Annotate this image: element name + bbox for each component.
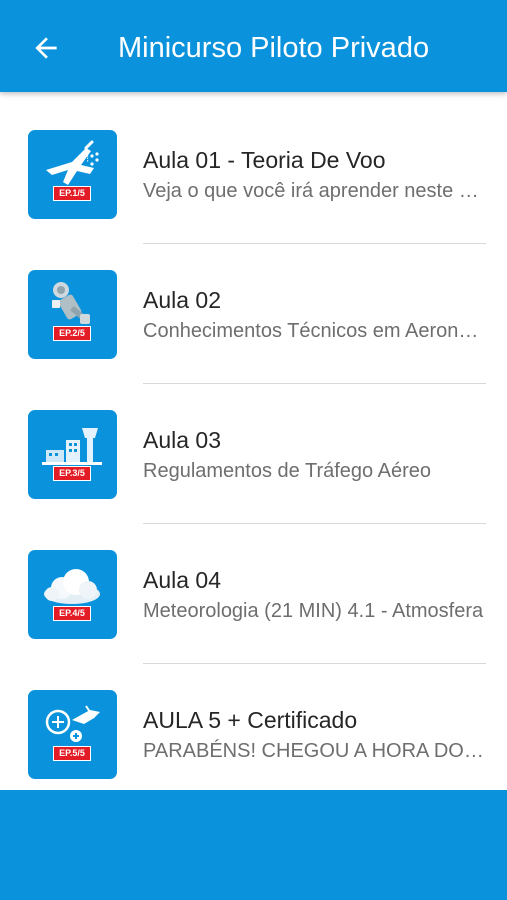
episode-badge: EP.4/5: [53, 606, 91, 621]
episode-badge: EP.2/5: [53, 326, 91, 341]
bottom-bar: [0, 790, 507, 900]
lesson-list: ⁝ EP.1/5 Aula 01 - Teoria De Voo Veja o …: [0, 92, 507, 790]
lesson-item-2[interactable]: EP.2/5 Aula 02 Conhecimentos Técnicos em…: [0, 232, 507, 384]
lesson-thumbnail: ⁝ EP.1/5: [28, 130, 117, 219]
lesson-title: Aula 04: [143, 567, 222, 593]
engine-icon: [52, 282, 90, 324]
lesson-thumbnail: EP.2/5: [28, 270, 117, 359]
lesson-item-4[interactable]: EP.4/5 Aula 04 Meteorologia (21 MIN) 4.1…: [0, 512, 507, 664]
page-title: Minicurso Piloto Privado: [118, 32, 430, 64]
svg-text:⁝: ⁝: [86, 154, 89, 165]
lesson-title: AULA 5 + Certificado: [143, 707, 358, 733]
lesson-title: Aula 03: [143, 427, 222, 453]
lesson-title: Aula 01 - Teoria De Voo: [143, 147, 386, 173]
lesson-subtitle: Conhecimentos Técnicos em Aeronaves: [143, 320, 485, 342]
airplane-icon: ⁝: [46, 140, 99, 185]
episode-badge: EP.1/5: [53, 186, 91, 201]
lesson-subtitle: Regulamentos de Tráfego Aéreo: [143, 460, 431, 482]
lesson-item-1[interactable]: ⁝ EP.1/5 Aula 01 - Teoria De Voo Veja o …: [0, 92, 507, 244]
lesson-thumbnail: EP.3/5: [28, 410, 117, 499]
lesson-title: Aula 02: [143, 287, 222, 313]
control-tower-icon: [42, 428, 102, 465]
lesson-thumbnail: EP.4/5: [28, 550, 117, 639]
arrow-left-icon: [35, 37, 57, 59]
episode-badge: EP.3/5: [53, 466, 91, 481]
lesson-thumbnail: EP.5/5: [28, 690, 117, 779]
lesson-item-5[interactable]: EP.5/5 AULA 5 + Certificado PARABÉNS! CH…: [0, 652, 507, 790]
lesson-item-3[interactable]: EP.3/5 Aula 03 Regulamentos de Tráfego A…: [0, 372, 507, 524]
app-bar: Minicurso Piloto Privado: [0, 0, 507, 92]
navigation-icon: [45, 705, 100, 742]
back-button[interactable]: [26, 28, 66, 68]
lesson-subtitle: PARABÉNS! CHEGOU A HORA DO CERTIFICADO: [143, 740, 485, 762]
lesson-subtitle: Meteorologia (21 MIN) 4.1 - Atmosfera: [143, 600, 484, 622]
lesson-subtitle: Veja o que você irá aprender neste curso: [143, 180, 485, 202]
cloud-icon: [44, 569, 100, 604]
episode-badge: EP.5/5: [53, 746, 91, 761]
